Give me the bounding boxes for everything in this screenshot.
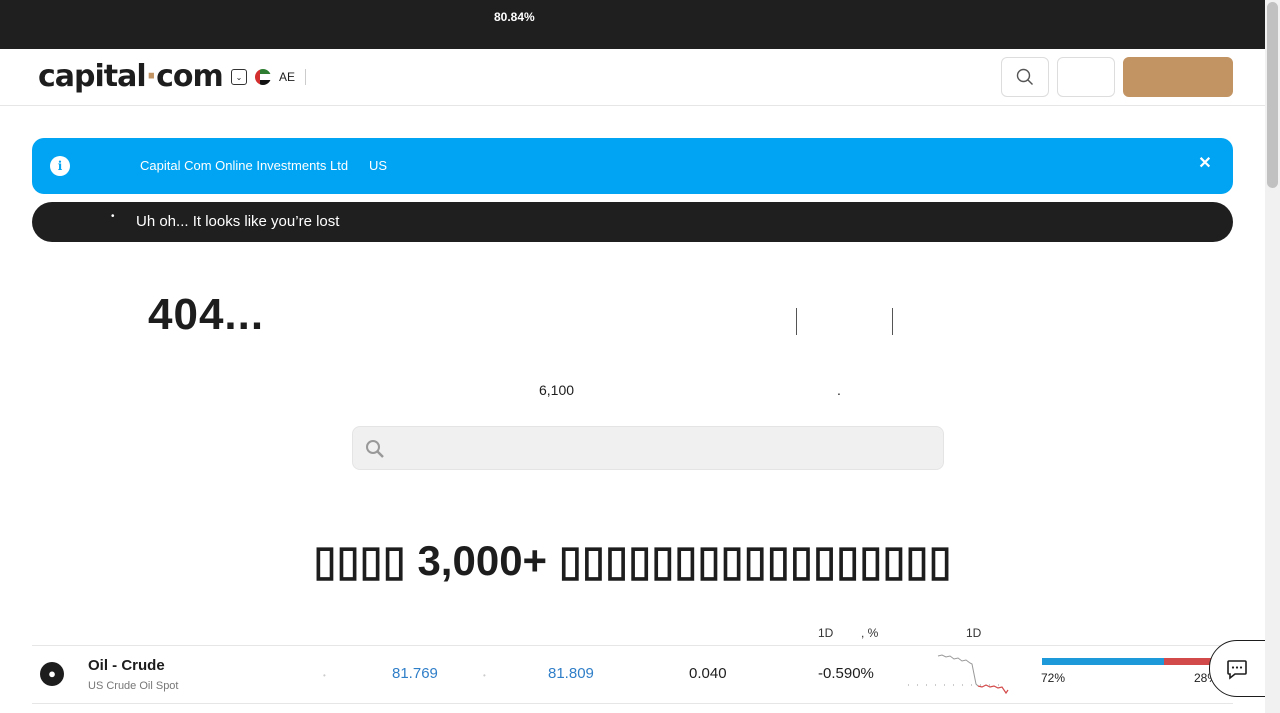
col-header-change-pct: , % (861, 626, 879, 640)
col-header-chart-1d: 1D (966, 626, 982, 640)
market-subtitle: US Crude Oil Spot (88, 680, 179, 692)
oil-drop-icon: ● (40, 662, 64, 686)
info-banner: i Capital Com Online Investments Ltd US … (32, 138, 1233, 194)
divider (892, 308, 893, 335)
locale-code: AE (279, 70, 296, 84)
buyers-fill (1042, 658, 1165, 665)
risk-percent: 80.84% (494, 10, 535, 24)
markets-count: 6,100 (539, 382, 575, 398)
info-icon: i (50, 156, 70, 176)
locale-selector[interactable]: ⌄ AE (231, 69, 307, 85)
close-icon[interactable]: ✕ (1195, 153, 1215, 177)
login-button[interactable] (1057, 57, 1115, 97)
divider (796, 308, 797, 335)
sentence-end: . (837, 382, 841, 398)
sentiment-bar (1042, 658, 1212, 665)
page-scrollbar[interactable] (1265, 0, 1280, 713)
breadcrumb: • Uh oh... It looks like you’re lost (32, 202, 1233, 242)
sell-price[interactable]: 81.769 (392, 665, 438, 682)
search-icon (1016, 68, 1033, 85)
error-heading: 404... (148, 290, 265, 339)
markets-search-input[interactable] (352, 426, 944, 470)
info-banner-country[interactable]: US (369, 158, 387, 173)
markets-heading: ▯▯▯▯ 3,000+ ▯▯▯▯▯▯▯▯▯▯▯▯▯▯▯▯▯ (313, 537, 952, 584)
sparkline-chart (908, 654, 1009, 695)
trade-now-button[interactable] (1123, 57, 1233, 97)
risk-warning-bar: 80.84% (0, 0, 1265, 49)
buy-price[interactable]: 81.809 (548, 665, 594, 682)
dot-marker: • (483, 671, 486, 680)
spread-value: 0.040 (689, 665, 727, 682)
chevron-down-icon[interactable]: ⌄ (231, 69, 247, 85)
chat-icon (1227, 659, 1247, 680)
search-icon (366, 440, 384, 458)
scrollbar-thumb[interactable] (1267, 2, 1278, 188)
uae-flag-icon (255, 69, 271, 85)
search-button[interactable] (1001, 57, 1049, 97)
buyers-percent: 72% (1041, 671, 1066, 685)
page: 80.84% capital·com ⌄ AE i Capital Com On… (0, 0, 1265, 713)
chat-button[interactable] (1209, 640, 1265, 697)
capital-com-logo[interactable]: capital·com (38, 59, 224, 94)
col-header-1d: 1D (818, 626, 834, 640)
change-value: -0.590% (818, 665, 874, 682)
table-divider (32, 645, 1233, 646)
dot-marker: • (323, 671, 326, 680)
market-name[interactable]: Oil - Crude (88, 657, 165, 674)
sellers-fill (1164, 658, 1212, 665)
divider (305, 69, 307, 85)
site-header: capital·com ⌄ AE (0, 49, 1265, 106)
info-banner-text: Capital Com Online Investments Ltd (140, 158, 349, 173)
breadcrumb-label: Uh oh... It looks like you’re lost (136, 213, 340, 230)
breadcrumb-bullet: • (111, 211, 115, 222)
table-divider (32, 703, 1233, 704)
